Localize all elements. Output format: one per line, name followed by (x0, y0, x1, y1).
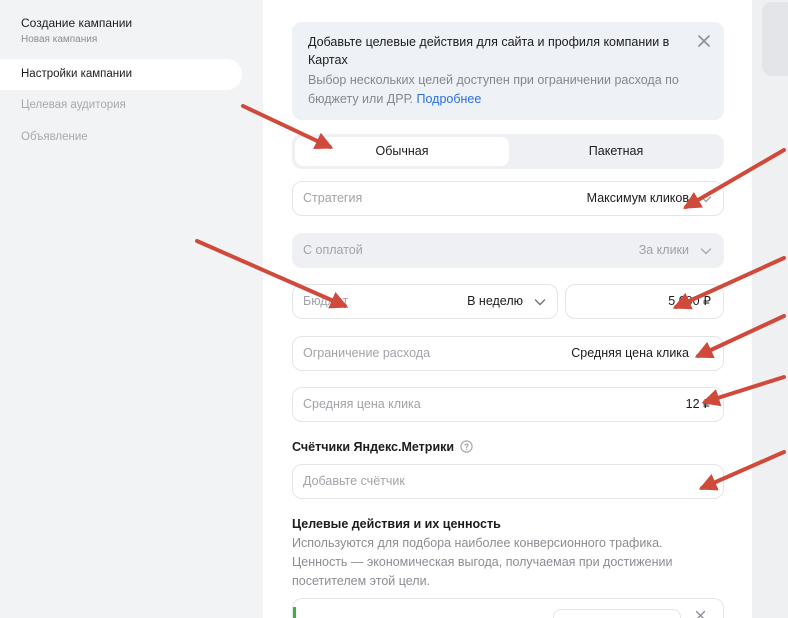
spend-limit-label: Ограничение расхода (303, 346, 431, 360)
campaign-type-toggle: Обычная Пакетная (292, 134, 724, 169)
spend-limit-value: Средняя цена клика (571, 346, 689, 360)
banner-text: Выбор нескольких целей доступен при огра… (308, 71, 708, 109)
sidebar-subtitle: Новая кампания (21, 34, 98, 45)
sidebar-item-campaign-settings[interactable]: Настройки кампании (0, 59, 242, 90)
sidebar-title: Создание кампании (21, 16, 133, 30)
budget-amount-value: 5 000 ₽ (668, 294, 711, 308)
goals-description: Используются для подбора наиболее конвер… (292, 536, 673, 588)
payment-value: За клики (638, 243, 689, 257)
budget-label: Бюджет (303, 294, 349, 308)
chevron-down-icon (700, 196, 712, 203)
avg-cpc-label: Средняя цена клика (303, 397, 421, 411)
chevron-down-icon (534, 299, 546, 306)
right-panel-card (762, 2, 788, 76)
help-icon[interactable] (460, 440, 473, 453)
metrika-placeholder: Добавьте счётчик (303, 474, 405, 488)
info-banner: Добавьте целевые действия для сайта и пр… (292, 22, 724, 120)
right-panel-strip (752, 0, 788, 618)
sidebar-item-ad[interactable]: Объявление (0, 122, 242, 153)
close-icon[interactable] (697, 34, 711, 48)
toggle-option-batch[interactable]: Пакетная (509, 137, 723, 166)
budget-period-select[interactable]: Бюджет В неделю (292, 284, 558, 319)
banner-more-link[interactable]: Подробнее (417, 92, 482, 106)
spend-limit-select[interactable]: Ограничение расхода Средняя цена клика (292, 336, 724, 371)
budget-period-value: В неделю (467, 294, 523, 308)
metrika-counter-input[interactable]: Добавьте счётчик (292, 464, 724, 499)
sidebar: Создание кампании Новая кампания Настрой… (0, 0, 262, 618)
sidebar-item-target-audience[interactable]: Целевая аудитория (0, 90, 242, 121)
toggle-option-regular[interactable]: Обычная (295, 137, 509, 166)
chevron-down-icon (700, 351, 712, 358)
avg-cpc-value: 12 ₽ (685, 397, 711, 411)
goal-value-input[interactable] (553, 609, 681, 618)
banner-title: Добавьте целевые действия для сайта и пр… (308, 35, 670, 67)
payment-select[interactable]: С оплатой За клики (292, 233, 724, 268)
metrika-section-title: Счётчики Яндекс.Метрики (292, 440, 473, 454)
banner-text-body: Выбор нескольких целей доступен при огра… (308, 73, 679, 106)
avg-cpc-input[interactable]: Средняя цена клика 12 ₽ (292, 387, 724, 422)
chevron-down-icon (700, 248, 712, 255)
payment-label: С оплатой (303, 243, 363, 257)
strategy-label: Стратегия (303, 191, 363, 205)
budget-amount-input[interactable]: 5 000 ₽ (565, 284, 724, 319)
campaign-settings-panel: Добавьте целевые действия для сайта и пр… (263, 0, 752, 618)
strategy-value: Максимум кликов (586, 191, 689, 205)
strategy-select[interactable]: Стратегия Максимум кликов (292, 181, 724, 216)
goal-row (292, 598, 724, 618)
metrika-title: Счётчики Яндекс.Метрики (292, 440, 455, 454)
goals-title: Целевые действия и их ценность (292, 517, 501, 531)
remove-goal-icon[interactable] (695, 610, 706, 618)
goal-accent-bar (293, 607, 296, 618)
